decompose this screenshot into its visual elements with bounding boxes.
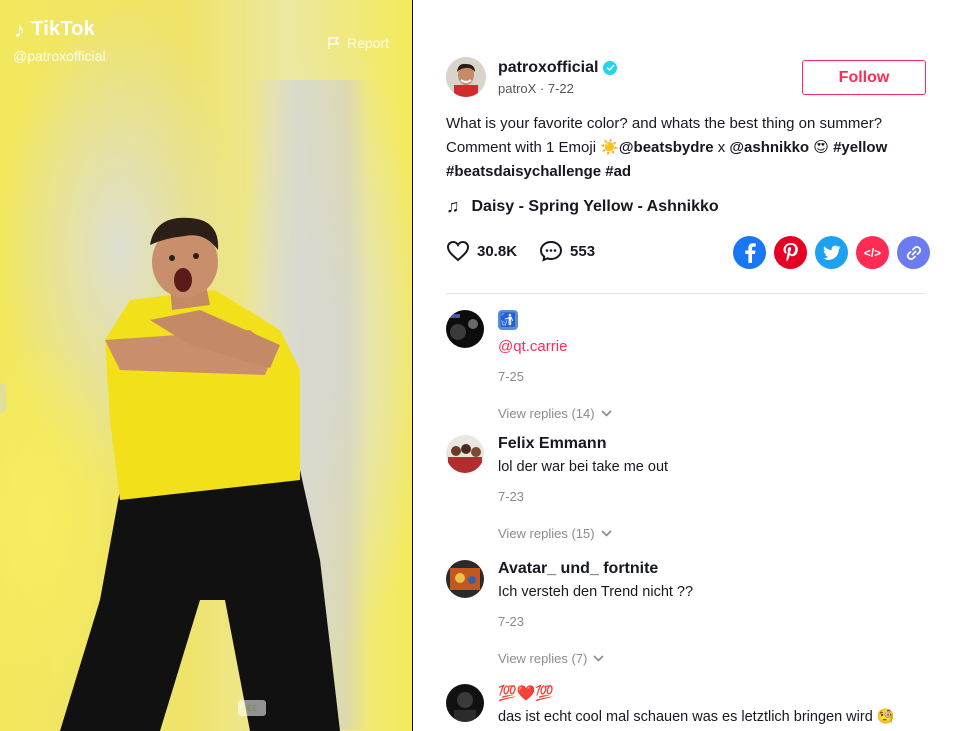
- comment-text: Ich versteh den Trend nicht ??: [498, 584, 694, 600]
- commenter-avatar[interactable]: [446, 310, 484, 348]
- view-replies-label: View replies (7): [498, 651, 588, 666]
- verified-badge-icon: [603, 60, 618, 75]
- view-replies-label: View replies (15): [498, 526, 595, 541]
- tiktok-logo[interactable]: ♪ TikTok: [14, 18, 95, 41]
- details-panel: patroxofficial patroX · 7-22 Follow What…: [413, 0, 963, 731]
- tiktok-note-icon: ♪: [14, 16, 26, 42]
- author-avatar[interactable]: [446, 57, 486, 97]
- comment-date: 7-23: [498, 489, 525, 504]
- description-prefix: Comment with 1 Emoji: [446, 139, 601, 156]
- hashtag-yellow[interactable]: #yellow: [833, 139, 887, 156]
- heart-icon: [446, 240, 470, 262]
- like-count: 30.8K: [477, 242, 518, 260]
- report-button[interactable]: Report: [327, 35, 389, 51]
- video-description: What is your favorite color? and whats t…: [446, 112, 926, 184]
- facebook-share-icon[interactable]: [733, 236, 766, 269]
- section-divider: [446, 293, 926, 294]
- comment-icon: [540, 240, 563, 262]
- comment-count: 553: [570, 242, 596, 260]
- commenter-avatar[interactable]: [446, 560, 484, 598]
- author-block: patroxofficial patroX · 7-22: [446, 57, 618, 97]
- chevron-down-icon: [593, 655, 604, 662]
- commenter-avatar[interactable]: [446, 684, 484, 722]
- sun-emoji-icon: ☀️: [600, 139, 619, 156]
- comment-text: das ist echt cool mal schauen was es let…: [498, 709, 895, 725]
- commenter-name[interactable]: Avatar_ und_ fortnite: [498, 560, 693, 578]
- description-line3: #beatsdaisychallenge #ad: [446, 160, 926, 184]
- comment-mention[interactable]: @qt.carrie: [498, 338, 612, 355]
- music-title: Daisy - Spring Yellow - Ashnikko: [471, 197, 719, 215]
- mention-beatsbydre[interactable]: @beatsbydre: [619, 139, 714, 156]
- music-link[interactable]: ♫ Daisy - Spring Yellow - Ashnikko: [446, 196, 719, 217]
- commenter-name[interactable]: Felix Emmann: [498, 435, 668, 453]
- comment-item: 💯❤️💯 das ist echt cool mal schauen was e…: [446, 684, 895, 725]
- description-line1: What is your favorite color? and whats t…: [446, 115, 883, 132]
- view-replies-button[interactable]: View replies (14): [498, 406, 612, 421]
- comment-date: 7-25: [498, 369, 525, 384]
- engagement-stats: 30.8K 553: [446, 240, 617, 262]
- embed-share-icon[interactable]: </>: [856, 236, 889, 269]
- flag-icon: [328, 37, 340, 49]
- description-line2: Comment with 1 Emoji ☀️@beatsbydre x @as…: [446, 136, 926, 160]
- commenter-avatar[interactable]: [446, 435, 484, 473]
- follow-button[interactable]: Follow: [802, 60, 926, 95]
- pinterest-share-icon[interactable]: [774, 236, 807, 269]
- description-x: x: [713, 139, 730, 156]
- video-watermark: €€: [238, 700, 266, 716]
- hashtag-beatsdaisychallenge[interactable]: #beatsdaisychallenge: [446, 163, 601, 180]
- view-replies-button[interactable]: View replies (15): [498, 526, 668, 541]
- view-replies-label: View replies (14): [498, 406, 595, 421]
- like-button[interactable]: 30.8K: [446, 240, 517, 262]
- mention-ashnikko[interactable]: @ashnikko: [729, 139, 809, 156]
- heart-eyes-emoji-icon: 😍: [809, 139, 829, 156]
- comment-emoji: 🚮: [498, 310, 518, 330]
- video-player[interactable]: ♪ TikTok @patroxofficial Report €€: [0, 0, 413, 731]
- author-username[interactable]: patroxofficial: [498, 59, 598, 77]
- chevron-down-icon: [601, 410, 612, 417]
- hashtag-ad[interactable]: #ad: [605, 163, 631, 180]
- video-handle: @patroxofficial: [13, 48, 106, 64]
- comment-item: 🚮 @qt.carrie 7-25 View replies (14): [446, 310, 612, 421]
- music-note-icon: ♫: [446, 196, 460, 216]
- author-subline: patroX · 7-22: [498, 80, 574, 96]
- comment-text: lol der war bei take me out: [498, 459, 669, 475]
- twitter-share-icon[interactable]: [815, 236, 848, 269]
- comment-date: 7-23: [498, 614, 525, 629]
- comment-item: Felix Emmann lol der war bei take me out…: [446, 435, 668, 541]
- link-share-icon[interactable]: [897, 236, 930, 269]
- share-buttons: </>: [733, 236, 930, 269]
- comment-item: Avatar_ und_ fortnite Ich versteh den Tr…: [446, 560, 693, 666]
- video-frame-person: [60, 217, 340, 731]
- commenter-name[interactable]: 💯❤️💯: [498, 684, 895, 702]
- report-label: Report: [347, 35, 390, 51]
- logo-text: TikTok: [31, 18, 96, 40]
- view-replies-button[interactable]: View replies (7): [498, 651, 693, 666]
- chevron-down-icon: [601, 530, 612, 537]
- comment-button[interactable]: 553: [539, 240, 595, 262]
